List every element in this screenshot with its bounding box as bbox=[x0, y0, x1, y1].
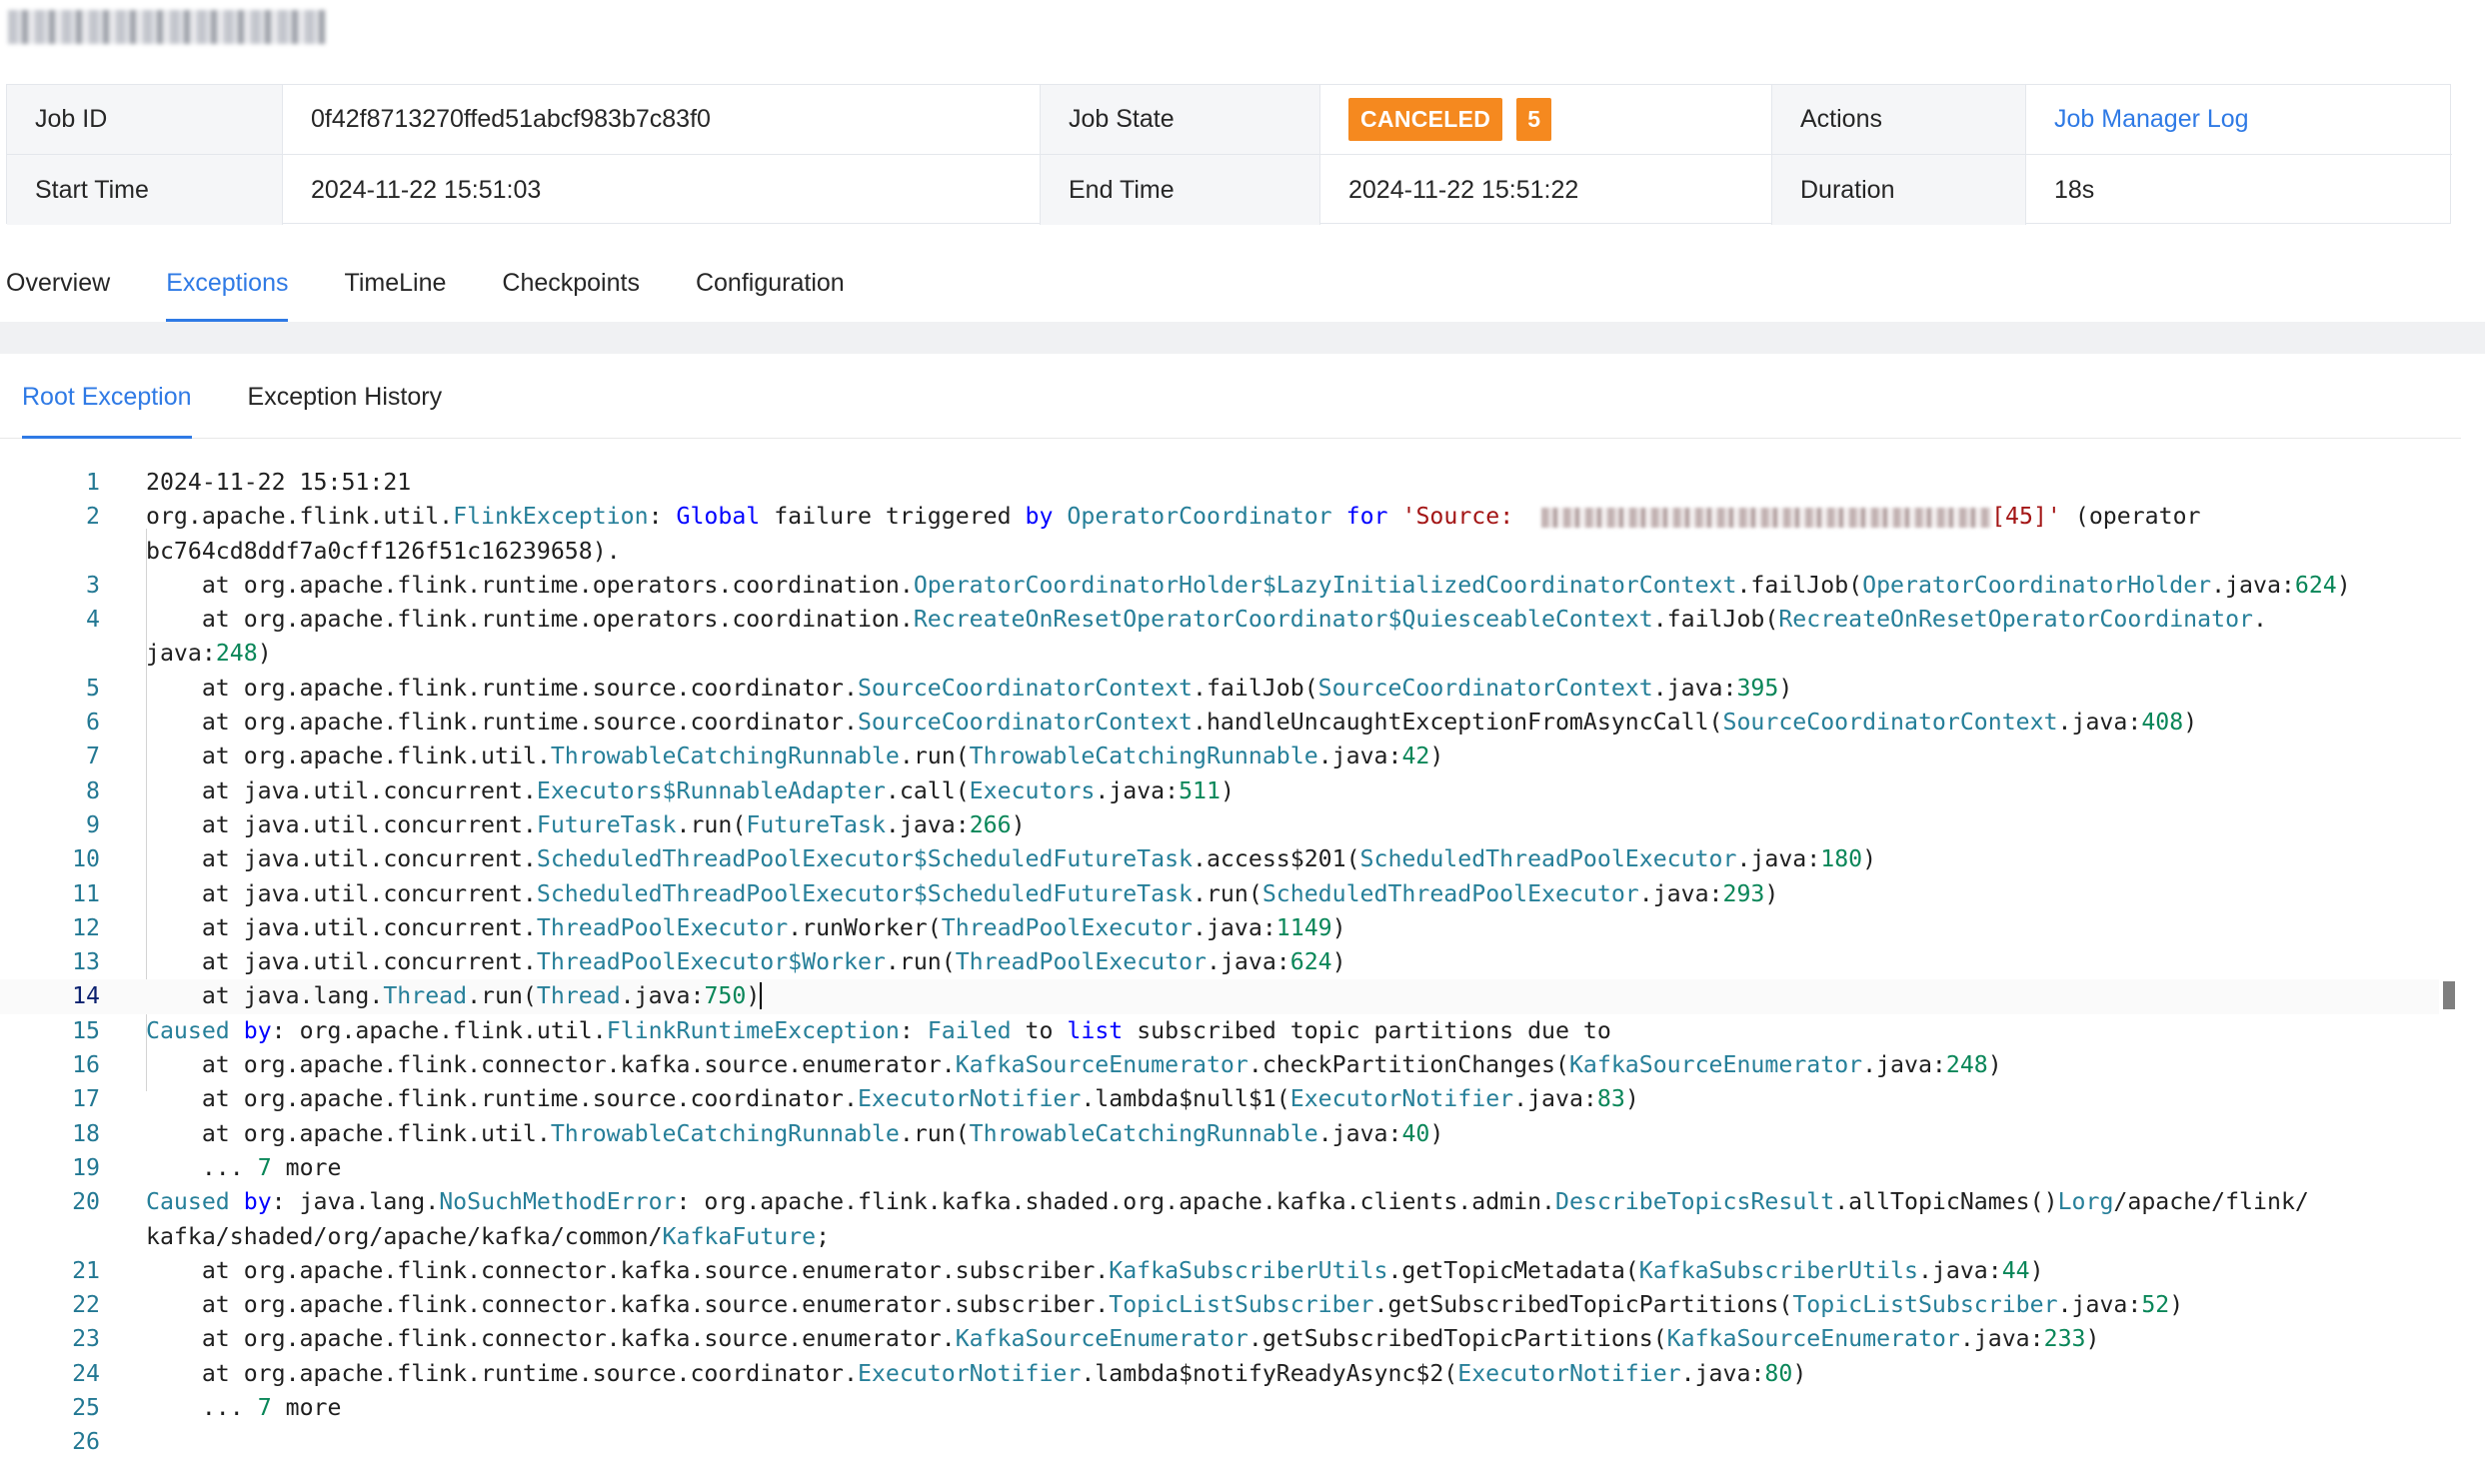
job-state-badge: CANCELED bbox=[1348, 98, 1503, 141]
content-separator bbox=[0, 322, 2485, 354]
code-line: 16 at org.apache.flink.connector.kafka.s… bbox=[72, 1051, 2002, 1079]
actions-cell: Job Manager Log bbox=[2026, 85, 2452, 155]
tab-exception-history[interactable]: Exception History bbox=[226, 356, 465, 438]
job-tabs: Overview Exceptions TimeLine Checkpoints… bbox=[6, 262, 901, 322]
code-line: 5 at org.apache.flink.runtime.source.coo… bbox=[86, 674, 1793, 702]
job-id-value: 0f42f8713270ffed51abcf983b7c83f0 bbox=[283, 85, 1041, 155]
start-time-label: Start Time bbox=[7, 155, 283, 225]
duration-value: 18s bbox=[2054, 175, 2095, 204]
start-time-value: 2024-11-22 15:51:03 bbox=[283, 155, 1041, 225]
source-suffix: [45]' bbox=[1991, 503, 2061, 531]
code-line: 3 at org.apache.flink.runtime.operators.… bbox=[86, 571, 2351, 599]
code-line: 12 at java.util.concurrent.ThreadPoolExe… bbox=[72, 913, 1346, 941]
actions-label: Actions bbox=[1772, 85, 2026, 155]
tab-configuration[interactable]: Configuration bbox=[696, 262, 845, 322]
job-state-label: Job State bbox=[1041, 85, 1320, 155]
code-line: 4 at org.apache.flink.runtime.operators.… bbox=[86, 606, 2267, 634]
code-line: 23 at org.apache.flink.connector.kafka.s… bbox=[72, 1325, 2100, 1353]
code-line: 2 org.apache.flink.util.FlinkException: G… bbox=[86, 503, 2201, 531]
code-line: 21 at org.apache.flink.connector.kafka.s… bbox=[72, 1256, 2044, 1284]
end-time-value: 2024-11-22 15:51:22 bbox=[1320, 155, 1772, 225]
code-line: 13 at java.util.concurrent.ThreadPoolExe… bbox=[72, 948, 1346, 976]
code-line: 25 ... 7 more bbox=[72, 1394, 342, 1422]
tab-root-exception[interactable]: Root Exception bbox=[0, 356, 214, 439]
code-line: java:248) bbox=[146, 640, 272, 668]
code-line: 6 at org.apache.flink.runtime.source.coo… bbox=[86, 709, 2198, 737]
code-line: 1 2024-11-22 15:51:21 bbox=[86, 469, 412, 496]
job-id-label: Job ID bbox=[7, 85, 283, 155]
code-line: bc764cd8ddf7a0cff126f51c16239658). bbox=[146, 537, 621, 565]
exception-subtabs: Root Exception Exception History bbox=[0, 356, 2461, 439]
code-line: 9 at java.util.concurrent.FutureTask.run… bbox=[86, 810, 1026, 838]
code-line: 20 Caused by: java.lang.NoSuchMethodError… bbox=[72, 1188, 2309, 1216]
code-line: kafka/shaded/org/apache/kafka/common/Kaf… bbox=[146, 1222, 831, 1250]
tab-timeline[interactable]: TimeLine bbox=[344, 262, 446, 322]
redacted-source-name bbox=[1541, 507, 1992, 528]
exception-code-editor[interactable]: 1 2024-11-22 15:51:21 2 org.apache.flink.u… bbox=[0, 466, 2439, 1455]
code-line: 18 at org.apache.flink.util.ThrowableCat… bbox=[72, 1119, 1444, 1147]
operator-id: bc764cd8ddf7a0cff126f51c16239658 bbox=[146, 537, 593, 565]
exception-timestamp: 2024-11-22 15:51:21 bbox=[146, 469, 412, 496]
code-line: 8 at java.util.concurrent.Executors$Runn… bbox=[86, 776, 1235, 804]
code-line: 11 at java.util.concurrent.ScheduledThre… bbox=[72, 879, 1779, 907]
tab-exceptions[interactable]: Exceptions bbox=[166, 262, 289, 322]
code-line: 15 Caused by: org.apache.flink.util.Flink… bbox=[72, 1016, 1611, 1044]
duration-label: Duration bbox=[1772, 155, 2026, 225]
job-manager-log-link[interactable]: Job Manager Log bbox=[2054, 105, 2249, 134]
job-info-table: Job ID 0f42f8713270ffed51abcf983b7c83f0 … bbox=[6, 84, 2452, 225]
code-line: 7 at org.apache.flink.util.ThrowableCatc… bbox=[86, 742, 1444, 770]
code-line: 22 at org.apache.flink.connector.kafka.s… bbox=[72, 1291, 2184, 1319]
job-state-cell: CANCELED 5 bbox=[1320, 85, 1772, 155]
tab-overview[interactable]: Overview bbox=[6, 262, 110, 322]
code-line: 10 at java.util.concurrent.ScheduledThre… bbox=[72, 845, 1877, 873]
tab-checkpoints[interactable]: Checkpoints bbox=[502, 262, 640, 322]
job-state-count-badge: 5 bbox=[1516, 98, 1552, 141]
end-time-label: End Time bbox=[1041, 155, 1320, 225]
code-line-current: 14 at java.lang.Thread.run(Thread.java:7… bbox=[0, 979, 2439, 1014]
scrollbar-marker[interactable] bbox=[2443, 981, 2455, 1009]
job-name-title bbox=[8, 10, 326, 44]
code-line: 17 at org.apache.flink.runtime.source.co… bbox=[72, 1085, 1639, 1113]
code-line: 24 at org.apache.flink.runtime.source.co… bbox=[72, 1359, 1807, 1387]
code-line: 19 ... 7 more bbox=[72, 1153, 342, 1181]
